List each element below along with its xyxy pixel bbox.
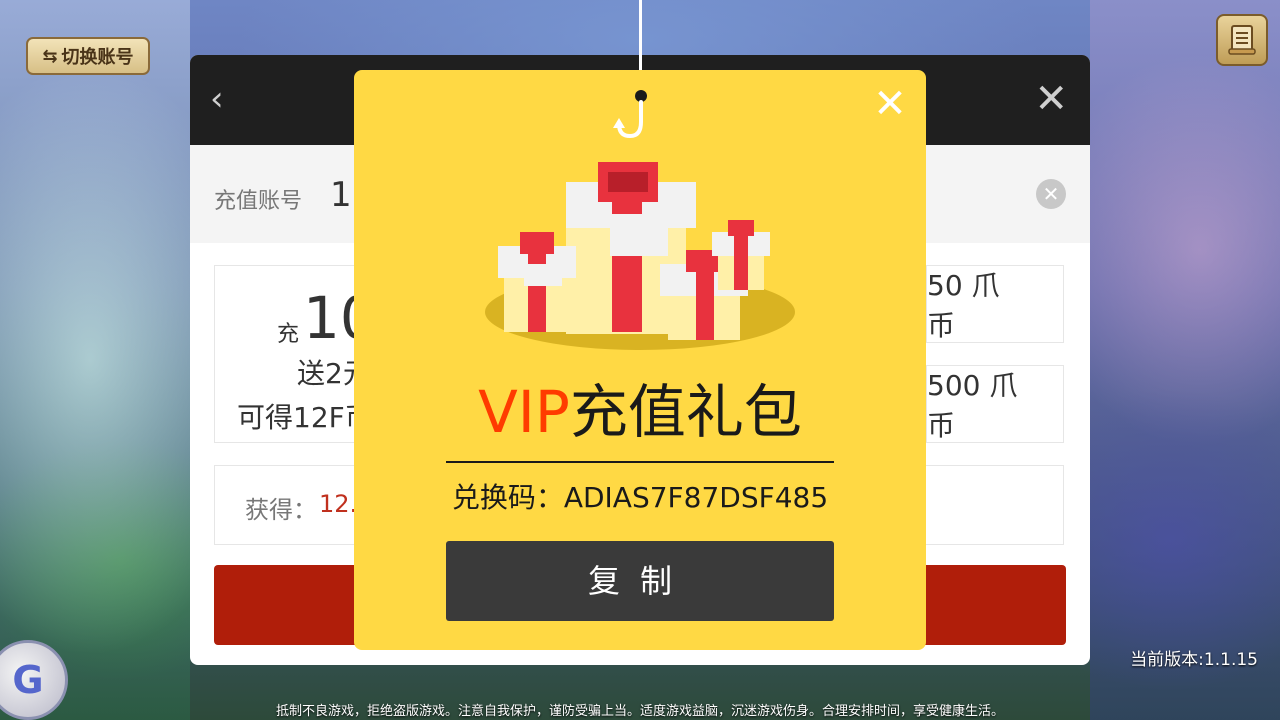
hook-icon <box>613 90 647 139</box>
switch-account-button[interactable]: ⇆ 切换账号 <box>26 37 150 75</box>
account-input[interactable]: 1 <box>330 175 352 215</box>
obtain-label: 获得： <box>245 496 317 524</box>
swap-arrows-icon: ⇆ <box>42 45 58 67</box>
popup-title: VIP充值礼包 <box>354 376 926 448</box>
background-castle-art <box>1090 0 1280 720</box>
popup-close-icon[interactable]: ✕ <box>870 84 910 124</box>
popup-title-text: 充值礼包 <box>569 378 802 446</box>
title-divider <box>446 461 834 463</box>
redeem-code-label: 兑换码： <box>451 481 564 514</box>
panel-close-icon[interactable]: ✕ <box>1034 79 1068 119</box>
notice-scroll-button[interactable] <box>1216 14 1268 66</box>
copy-button[interactable]: 复制 <box>446 541 834 621</box>
scroll-icon <box>1228 25 1256 55</box>
obtain-value: 12. <box>319 490 358 518</box>
clear-input-icon[interactable]: ✕ <box>1036 179 1066 209</box>
recharge-option-50[interactable]: 50 爪币 <box>926 265 1064 343</box>
health-warning-text: 抵制不良游戏，拒绝盗版游戏。注意自我保护，谨防受骗上当。适度游戏益脑，沉迷游戏伤… <box>275 704 1004 719</box>
vip-gift-popup: ✕ VIP充值礼包 兑换码：ADIAS7F87DSF485 复制 <box>354 70 926 650</box>
redeem-code-line: 兑换码：ADIAS7F87DSF485 <box>354 478 926 518</box>
account-label: 充值账号 <box>214 189 303 214</box>
switch-account-label: 切换账号 <box>61 47 134 68</box>
recharge-option-500[interactable]: 500 爪币 <box>926 365 1064 443</box>
option-prefix: 充 <box>277 322 300 347</box>
popup-title-vip: VIP <box>478 378 570 446</box>
version-text: 当前版本:1.1.15 <box>1130 650 1258 670</box>
gift-boxes-illustration <box>485 162 795 350</box>
background-waterfall-art <box>0 0 190 720</box>
redeem-code-value: ADIAS7F87DSF485 <box>563 481 829 514</box>
back-arrow-icon[interactable]: ‹ <box>210 81 224 117</box>
option-get-text: 可得12F币 <box>237 401 373 434</box>
